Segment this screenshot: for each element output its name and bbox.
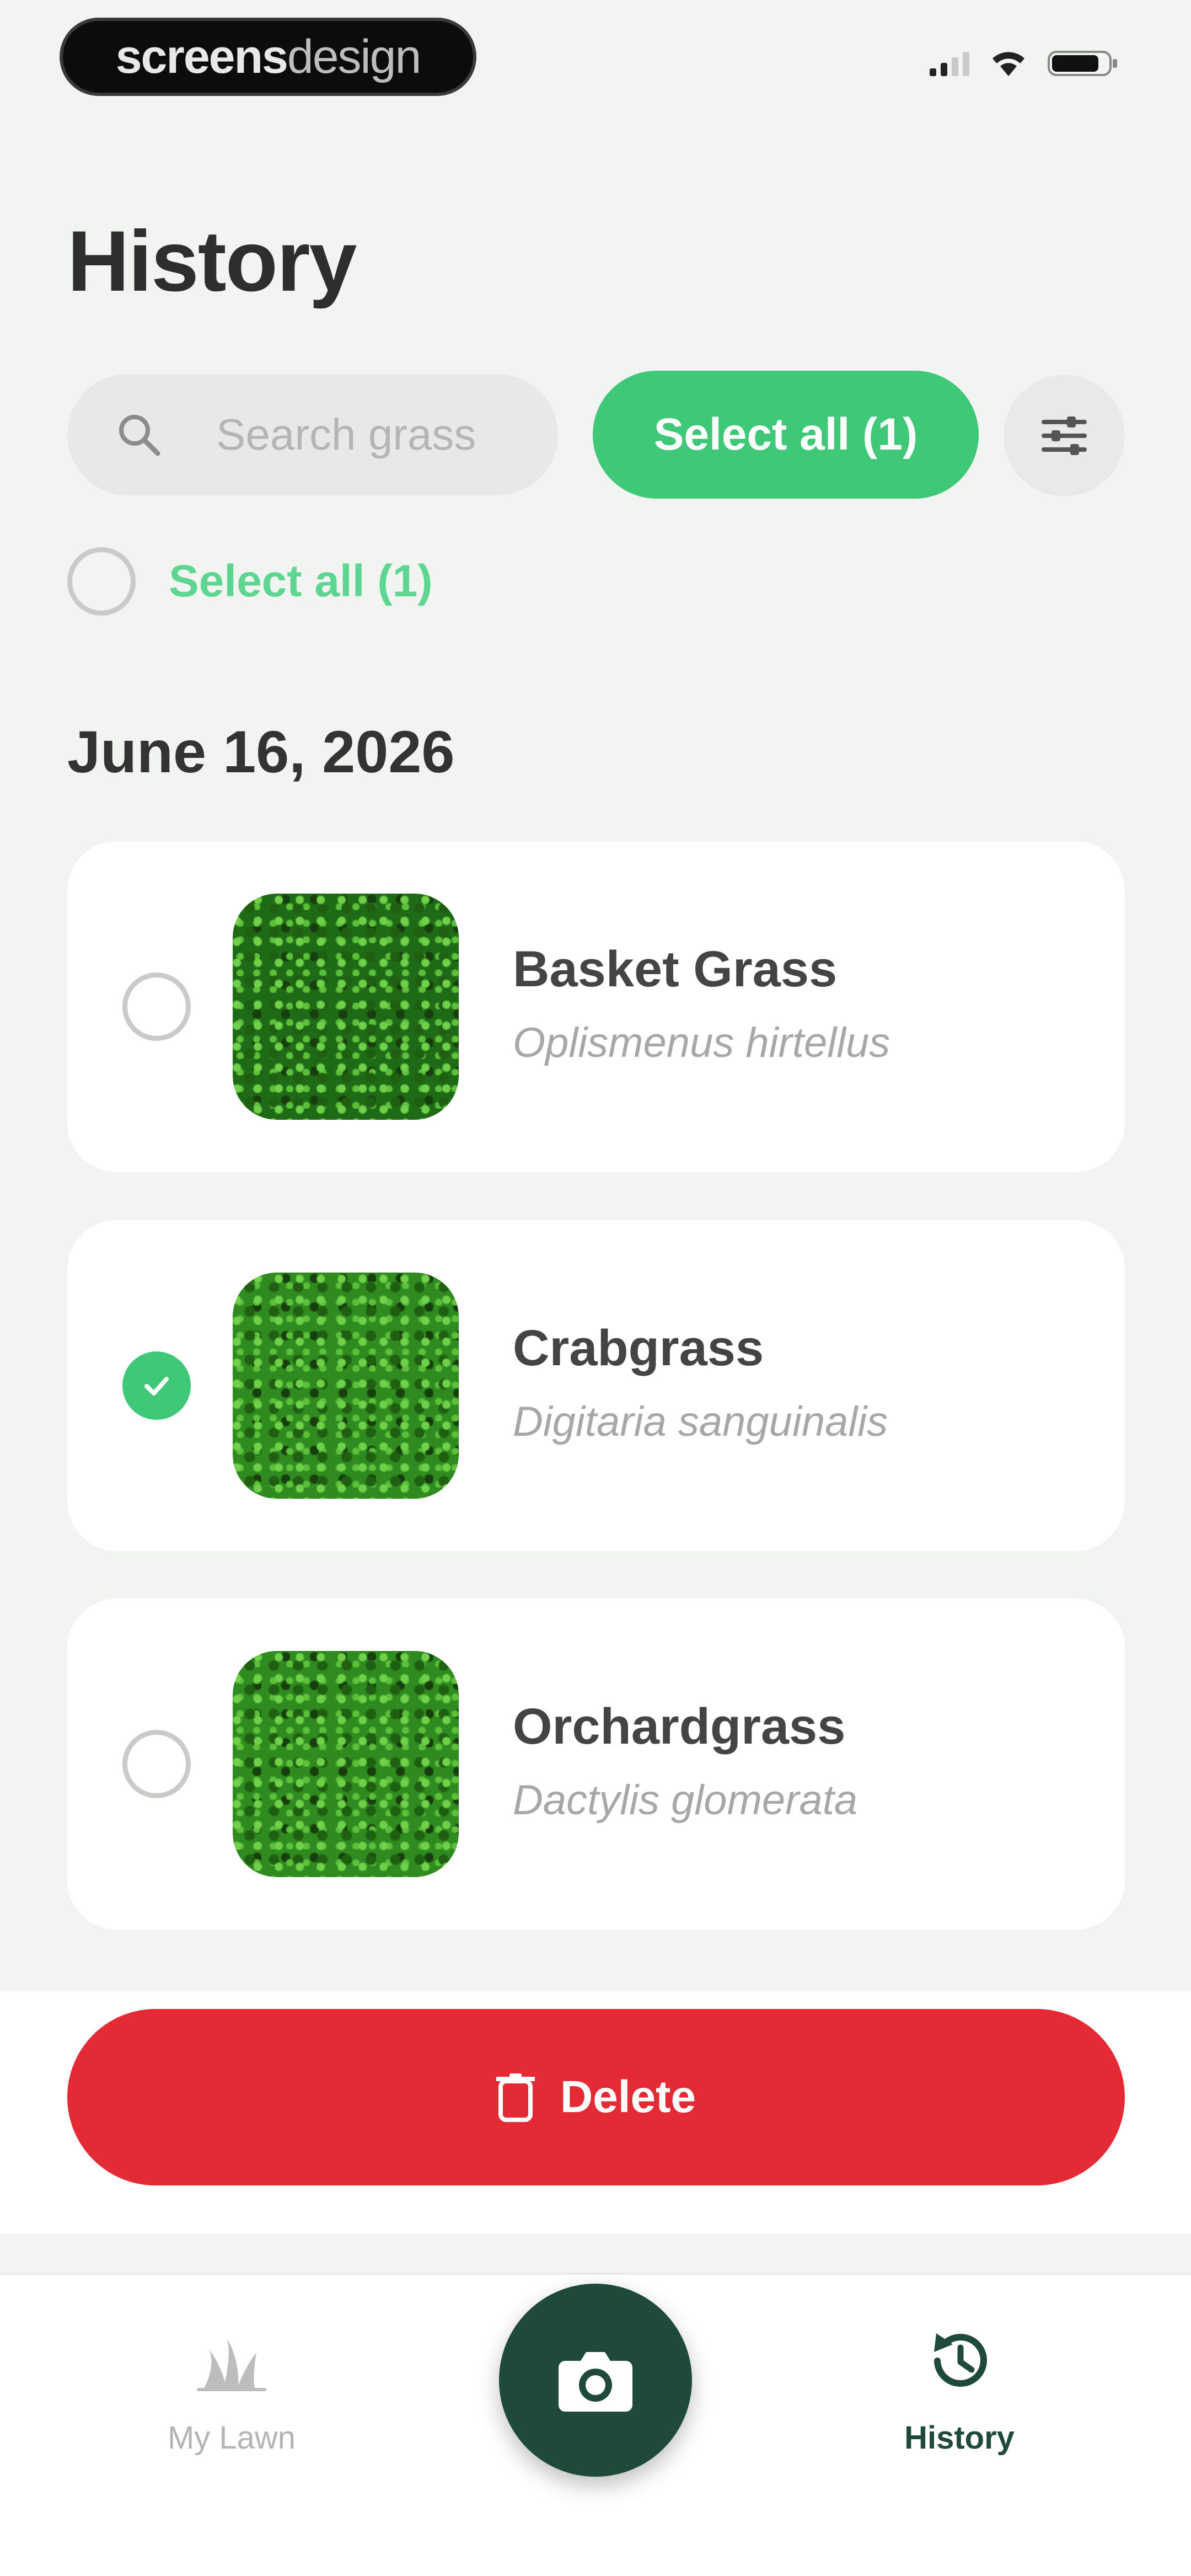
grass-thumbnail — [233, 894, 459, 1120]
battery-icon — [1048, 51, 1117, 76]
grass-common-name: Orchardgrass — [513, 1698, 846, 1755]
grass-common-name: Crabgrass — [513, 1320, 764, 1376]
filter-button[interactable] — [1004, 375, 1125, 496]
grass-scientific-name: Dactylis glomerata — [513, 1777, 858, 1824]
select-all-label[interactable]: Select all (1) — [169, 555, 433, 607]
brand-logo-bold: screens — [115, 30, 288, 83]
item-select-radio[interactable] — [122, 1730, 191, 1798]
grass-scientific-name: Oplismenus hirtellus — [513, 1019, 890, 1066]
grass-icon — [197, 2339, 266, 2391]
status-bar: screens design — [0, 0, 1191, 116]
item-selected-check[interactable] — [122, 1351, 191, 1420]
select-all-row[interactable]: Select all (1) — [67, 547, 433, 616]
date-heading: June 16, 2026 — [67, 718, 455, 785]
item-select-radio[interactable] — [122, 972, 191, 1041]
grass-thumbnail — [233, 1651, 459, 1877]
filter-sliders-icon — [1042, 416, 1087, 455]
camera-scan-button[interactable] — [499, 2284, 692, 2477]
history-icon — [934, 2333, 987, 2387]
history-card[interactable]: Crabgrass Digitaria sanguinalis — [67, 1220, 1125, 1551]
delete-label: Delete — [560, 2072, 696, 2122]
wifi-icon — [993, 52, 1024, 76]
tab-history[interactable]: History — [860, 2322, 1059, 2456]
brand-logo: screens design — [60, 18, 476, 96]
trash-icon — [496, 2073, 535, 2122]
tab-label: My Lawn — [167, 2420, 296, 2456]
delete-button[interactable]: Delete — [67, 2009, 1125, 2185]
search-icon — [119, 415, 160, 456]
history-card[interactable]: Orchardgrass Dactylis glomerata — [67, 1599, 1125, 1930]
search-input[interactable] — [216, 402, 547, 468]
history-card[interactable]: Basket Grass Oplismenus hirtellus — [67, 841, 1125, 1172]
grass-thumbnail — [233, 1273, 459, 1499]
tab-label: History — [904, 2420, 1015, 2456]
grass-common-name: Basket Grass — [513, 941, 838, 997]
grass-scientific-name: Digitaria sanguinalis — [513, 1398, 888, 1445]
status-icons — [930, 50, 1119, 77]
camera-icon — [559, 2352, 632, 2412]
checkmark-icon — [144, 1377, 169, 1396]
select-all-radio[interactable] — [67, 547, 136, 616]
select-all-button[interactable]: Select all (1) — [593, 371, 979, 499]
cellular-signal-icon — [930, 51, 969, 76]
search-bar[interactable] — [67, 374, 558, 495]
tab-my-lawn[interactable]: My Lawn — [132, 2322, 331, 2456]
page-title: History — [67, 213, 357, 309]
brand-logo-light: design — [287, 30, 421, 83]
